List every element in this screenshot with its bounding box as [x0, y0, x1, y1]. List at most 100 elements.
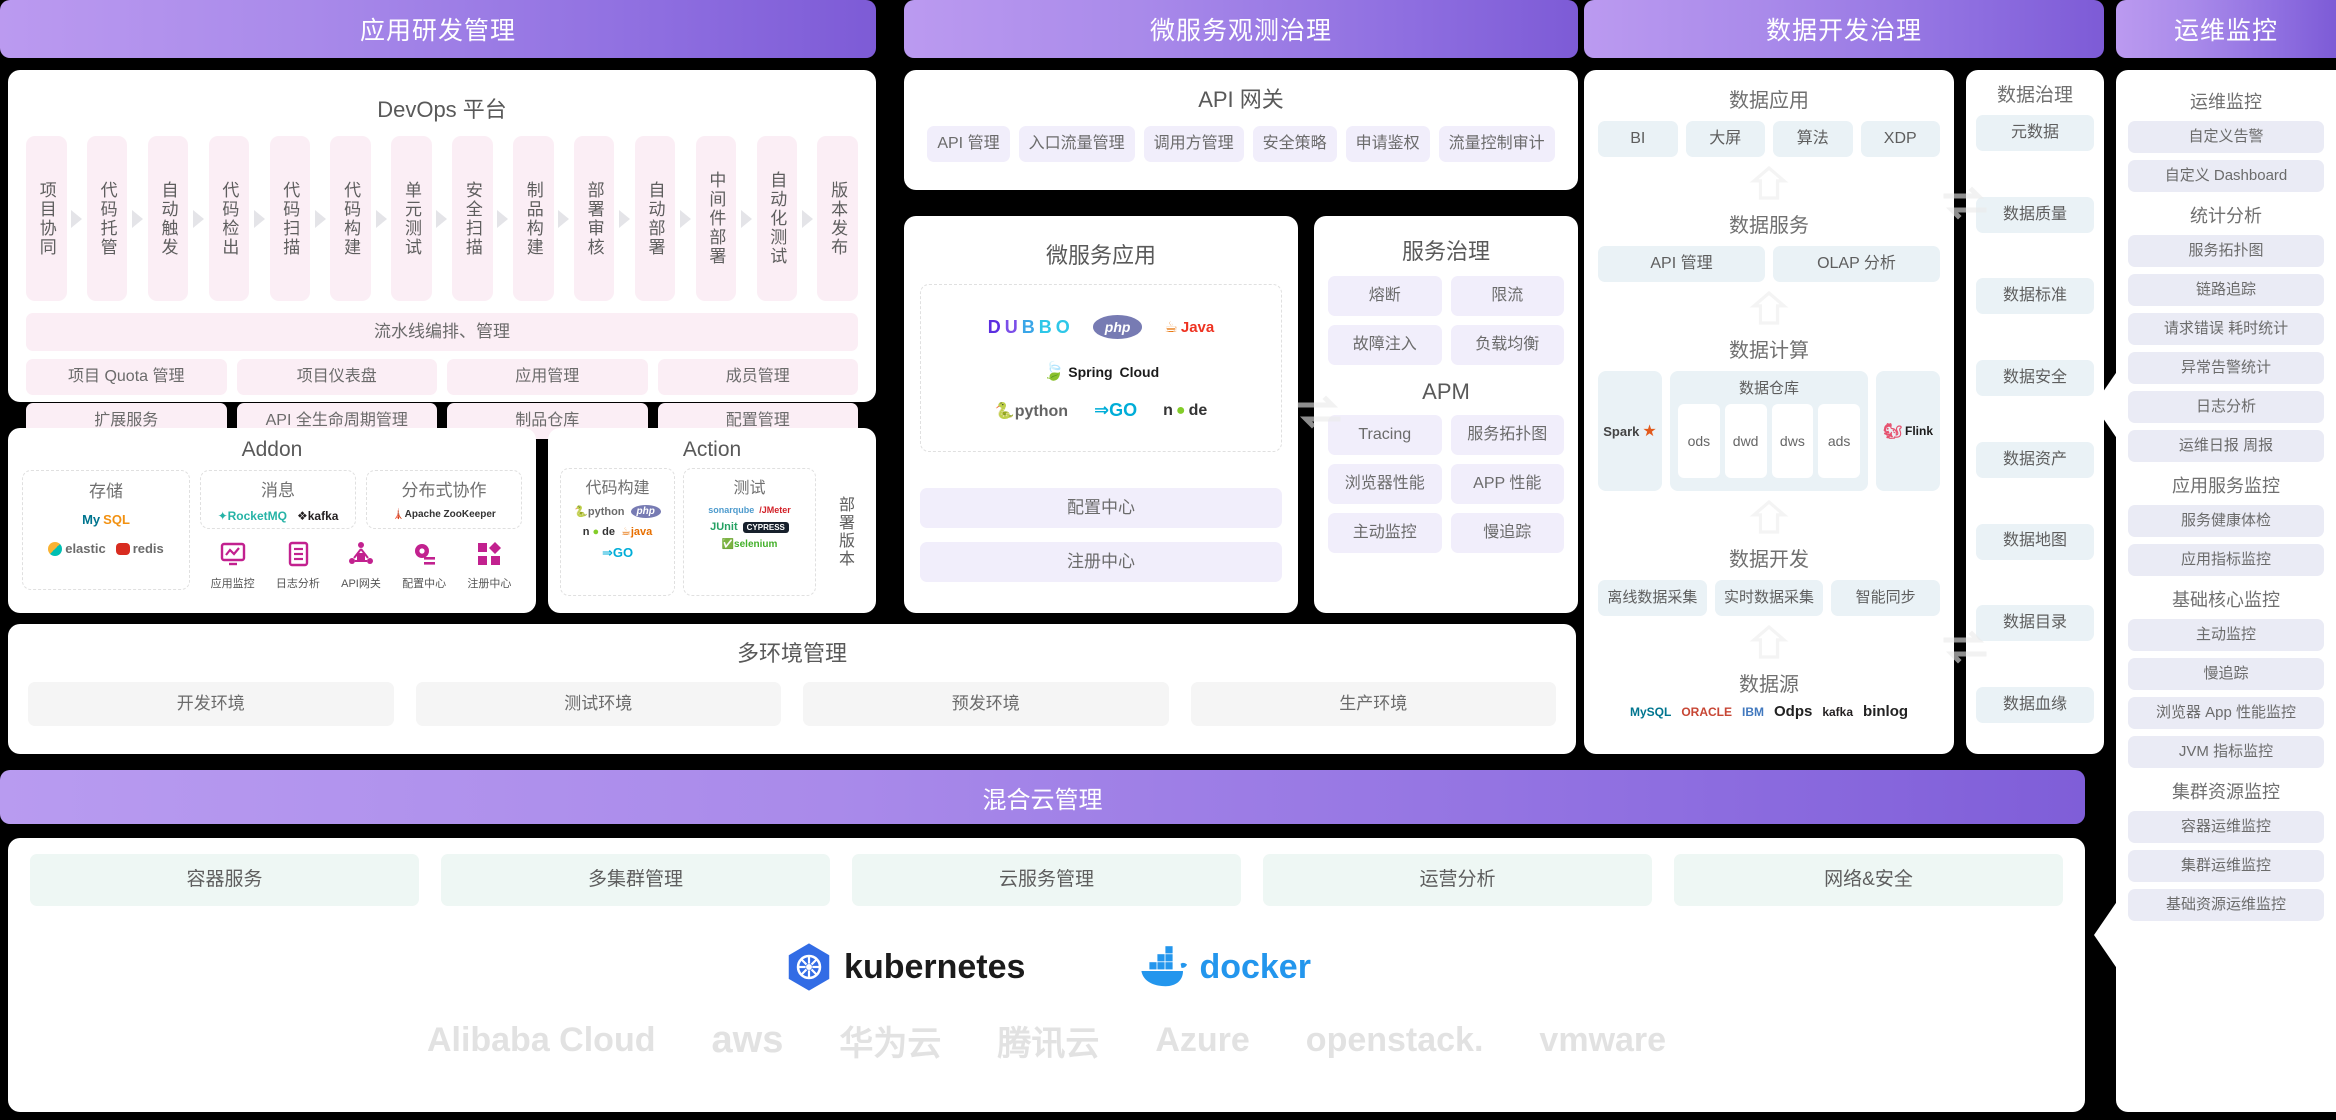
service-gov-pill[interactable]: 负载均衡 — [1450, 325, 1564, 365]
devops-stage-chip[interactable]: 部署审核 — [573, 136, 615, 301]
devops-feature-pill[interactable]: 项目 Quota 管理 — [26, 359, 227, 395]
apm-pill[interactable]: 服务拓扑图 — [1450, 415, 1564, 455]
pipeline-bar[interactable]: 流水线编排、管理 — [26, 313, 858, 351]
multi-env-pill[interactable]: 预发环境 — [803, 682, 1169, 726]
data-app-pill[interactable]: 大屏 — [1685, 121, 1765, 157]
go-logo: ⇒GO — [1094, 400, 1138, 420]
service-gov-pill[interactable]: 故障注入 — [1328, 325, 1442, 365]
hybrid-cloud-pill[interactable]: 容器服务 — [30, 854, 419, 906]
hybrid-cloud-pill[interactable]: 运营分析 — [1263, 854, 1652, 906]
devops-feature-pill[interactable]: 成员管理 — [657, 359, 858, 395]
devops-stage-chip[interactable]: 项目协同 — [26, 136, 67, 301]
warehouse-layer-pill[interactable]: dws — [1771, 404, 1814, 478]
api-gateway-pill[interactable]: 安全策略 — [1252, 126, 1337, 162]
ops-item-pill[interactable]: 集群运维监控 — [2128, 850, 2324, 882]
hybrid-cloud-pill[interactable]: 云服务管理 — [852, 854, 1241, 906]
ops-item-pill[interactable]: 请求错误 耗时统计 — [2128, 313, 2324, 345]
api-gateway-pill[interactable]: 流量控制审计 — [1438, 126, 1555, 162]
ops-item-pill[interactable]: 异常告警统计 — [2128, 352, 2324, 384]
ops-item-pill[interactable]: 应用指标监控 — [2128, 544, 2324, 576]
multi-env-pill[interactable]: 测试环境 — [415, 682, 781, 726]
addon-icon-item[interactable]: 配置中心 — [402, 541, 446, 591]
ops-item-pill[interactable]: 服务健康体检 — [2128, 505, 2324, 537]
warehouse-layer-pill[interactable]: dwd — [1724, 404, 1767, 478]
data-gov-pill[interactable]: 数据安全 — [1976, 360, 2094, 397]
mysql-logo: MySQL — [1629, 704, 1672, 719]
hybrid-cloud-pill[interactable]: 多集群管理 — [441, 854, 830, 906]
ops-item-pill[interactable]: 自定义告警 — [2128, 121, 2324, 153]
addon-icon-item[interactable]: 注册中心 — [467, 541, 511, 591]
ops-item-pill[interactable]: 主动监控 — [2128, 619, 2324, 651]
devops-stage-chip[interactable]: 版本发布 — [817, 136, 858, 301]
api-gateway-pill[interactable]: API 管理 — [927, 126, 1010, 162]
api-gateway-pill[interactable]: 申请鉴权 — [1345, 126, 1430, 162]
devops-stage-label: 版本发布 — [828, 180, 848, 257]
devops-stage-chip[interactable]: 代码构建 — [330, 136, 371, 301]
data-gov-pill[interactable]: 元数据 — [1976, 115, 2094, 151]
data-app-pill[interactable]: XDP — [1860, 121, 1940, 157]
ops-item-pill[interactable]: 容器运维监控 — [2128, 811, 2324, 843]
devops-stage-chip[interactable]: 自动化测试 — [756, 136, 798, 301]
devops-stage-chip[interactable]: 单元测试 — [391, 136, 432, 301]
ops-item-pill[interactable]: 浏览器 App 性能监控 — [2128, 697, 2324, 729]
devops-stage-chip[interactable]: 制品构建 — [513, 136, 554, 301]
ops-item-pill[interactable]: 基础资源运维监控 — [2128, 889, 2324, 921]
data-dev-pill[interactable]: 离线数据采集 — [1598, 580, 1707, 616]
ops-item-pill[interactable]: 服务拓扑图 — [2128, 235, 2324, 267]
apm-pill[interactable]: Tracing — [1328, 415, 1442, 455]
alibaba-cloud-logo: Alibaba Cloud — [426, 1021, 656, 1059]
rocketmq-logo: ✦RocketMQ — [217, 509, 287, 523]
data-gov-pill[interactable]: 数据质量 — [1976, 196, 2094, 233]
micro-app-config-center[interactable]: 配置中心 — [920, 488, 1282, 528]
hybrid-cloud-pill[interactable]: 网络&安全 — [1674, 854, 2063, 906]
apm-pill[interactable]: APP 性能 — [1450, 464, 1564, 504]
data-service-pill[interactable]: API 管理 — [1598, 246, 1765, 282]
devops-feature-pill[interactable]: 应用管理 — [447, 359, 648, 395]
banner-label: 微服务观测治理 — [1149, 17, 1332, 45]
addon-icon-item[interactable]: 应用监控 — [211, 541, 255, 591]
ops-item-pill[interactable]: JVM 指标监控 — [2128, 736, 2324, 768]
data-gov-pill[interactable]: 数据目录 — [1976, 605, 2094, 642]
devops-stage-chip[interactable]: 自动部署 — [634, 136, 676, 301]
devops-stage-chip[interactable]: 安全扫描 — [452, 136, 493, 301]
multi-env-pill[interactable]: 生产环境 — [1190, 682, 1556, 726]
data-dev-pill[interactable]: 智能同步 — [1831, 580, 1941, 616]
service-gov-pill[interactable]: 限流 — [1450, 276, 1564, 316]
data-gov-pill[interactable]: 数据资产 — [1976, 441, 2094, 478]
data-app-pill[interactable]: BI — [1598, 121, 1678, 157]
ops-item-pill[interactable]: 自定义 Dashboard — [2128, 160, 2324, 192]
ops-item-pill[interactable]: 慢追踪 — [2128, 658, 2324, 690]
ops-item-pill[interactable]: 日志分析 — [2128, 391, 2324, 423]
data-gov-pill[interactable]: 数据地图 — [1976, 523, 2094, 560]
api-gateway-pill[interactable]: 调用方管理 — [1143, 126, 1244, 162]
multi-env-card: 多环境管理 开发环境 测试环境 预发环境 生产环境 — [8, 624, 1576, 754]
devops-stage-chip[interactable]: 代码扫描 — [269, 136, 311, 301]
apm-pill[interactable]: 浏览器性能 — [1328, 464, 1442, 504]
service-gov-pill[interactable]: 熔断 — [1328, 276, 1442, 316]
warehouse-layer-pill[interactable]: ods — [1678, 404, 1720, 478]
ops-item-pill[interactable]: 链路追踪 — [2128, 274, 2324, 306]
devops-stage-chip[interactable]: 代码检出 — [208, 136, 250, 301]
data-service-pill[interactable]: OLAP 分析 — [1773, 246, 1940, 282]
data-dev-pill[interactable]: 实时数据采集 — [1714, 580, 1824, 616]
warehouse-layer-pill[interactable]: ads — [1818, 404, 1860, 478]
monitor-icon — [220, 541, 246, 572]
spark-box: Spark ★ — [1598, 371, 1662, 491]
devops-stage-chip[interactable]: 中间件部署 — [695, 136, 737, 301]
python-logo: 🐍python — [994, 402, 1069, 420]
multi-env-pill[interactable]: 开发环境 — [28, 682, 394, 726]
api-gateway-pill[interactable]: 入口流量管理 — [1018, 126, 1135, 162]
data-gov-pill[interactable]: 数据标准 — [1976, 278, 2094, 315]
data-app-pill[interactable]: 算法 — [1773, 121, 1853, 157]
addon-icon-item[interactable]: 日志分析 — [276, 541, 320, 591]
data-gov-pill[interactable]: 数据血缘 — [1976, 686, 2094, 723]
devops-stage-chip[interactable]: 代码托管 — [86, 136, 128, 301]
devops-feature-pill[interactable]: 项目仪表盘 — [236, 359, 437, 395]
ops-item-pill[interactable]: 运维日报 周报 — [2128, 430, 2324, 462]
addon-icon-item[interactable]: API网关 — [341, 541, 381, 591]
apm-pill[interactable]: 慢追踪 — [1450, 513, 1564, 553]
apm-pill[interactable]: 主动监控 — [1328, 513, 1442, 553]
micro-app-registry-center[interactable]: 注册中心 — [920, 542, 1282, 582]
devops-stage-chip[interactable]: 自动触发 — [147, 136, 189, 301]
api-gateway-card: API 网关 API 管理 入口流量管理 调用方管理 安全策略 申请鉴权 流量控制审计 — [904, 70, 1578, 190]
